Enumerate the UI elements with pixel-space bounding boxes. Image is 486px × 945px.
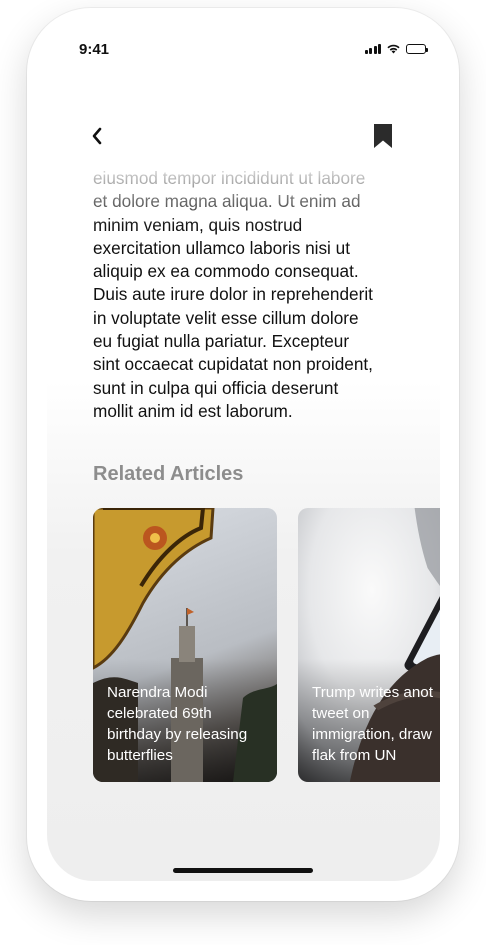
related-articles-heading: Related Articles <box>93 463 244 485</box>
related-articles-carousel[interactable]: Narendra Modi celebrated 69th birthday b… <box>93 508 440 782</box>
article-line: minim veniam, quis nostrud <box>93 214 303 235</box>
status-bar: 9:41 <box>47 18 440 68</box>
article-line: eu fugiat nulla pariatur. Excepteur <box>93 331 350 352</box>
article-line: sint occaecat cupidatat non proident, <box>93 354 373 375</box>
battery-icon <box>406 43 428 54</box>
back-button[interactable] <box>83 122 111 150</box>
article-line: exercitation ullamco laboris nisi ut <box>93 237 350 258</box>
article-line: aliquip ex ea commodo consequat. <box>93 261 359 282</box>
article-line: mollit anim id est laborum. <box>93 400 293 421</box>
caption-line: immigration, draw <box>312 726 432 743</box>
status-icons <box>364 43 428 54</box>
article-line: eiusmod tempor incididunt ut labore <box>93 168 366 188</box>
bookmark-icon <box>374 124 392 148</box>
nav-bar <box>47 118 440 158</box>
article-line: et dolore magna aliqua. Ut enim ad <box>93 191 361 212</box>
caption-line: Trump writes anot <box>312 684 433 701</box>
article-body: eiusmod tempor incididunt ut labore et d… <box>93 167 403 423</box>
bookmark-button[interactable] <box>369 122 397 150</box>
status-time: 9:41 <box>79 41 110 58</box>
caption-line: Narendra Modi <box>107 684 208 701</box>
article-line: sunt in culpa qui officia deserunt <box>93 377 339 398</box>
related-article-card[interactable]: Narendra Modi celebrated 69th birthday b… <box>93 508 277 782</box>
related-article-card[interactable]: Trump writes anot tweet on immigration, … <box>298 508 440 782</box>
caption-line: flak from UN <box>312 747 397 764</box>
card-caption: Narendra Modi celebrated 69th birthday b… <box>107 682 269 766</box>
cellular-signal-icon <box>364 43 381 54</box>
home-indicator[interactable] <box>173 868 313 873</box>
app-screen: 9:41 eiusmod tempor incididunt ut labore… <box>47 18 440 881</box>
article-line: in voluptate velit esse cillum dolore <box>93 307 359 328</box>
card-caption: Trump writes anot tweet on immigration, … <box>312 682 433 766</box>
wifi-icon <box>387 44 400 54</box>
article-line: Duis aute irure dolor in reprehenderit <box>93 284 373 305</box>
caption-line: celebrated 69th <box>107 705 212 722</box>
caption-line: butterflies <box>107 747 173 764</box>
caption-line: tweet on <box>312 705 370 722</box>
caption-line: birthday by releasing <box>107 726 248 743</box>
chevron-left-icon <box>92 127 102 145</box>
